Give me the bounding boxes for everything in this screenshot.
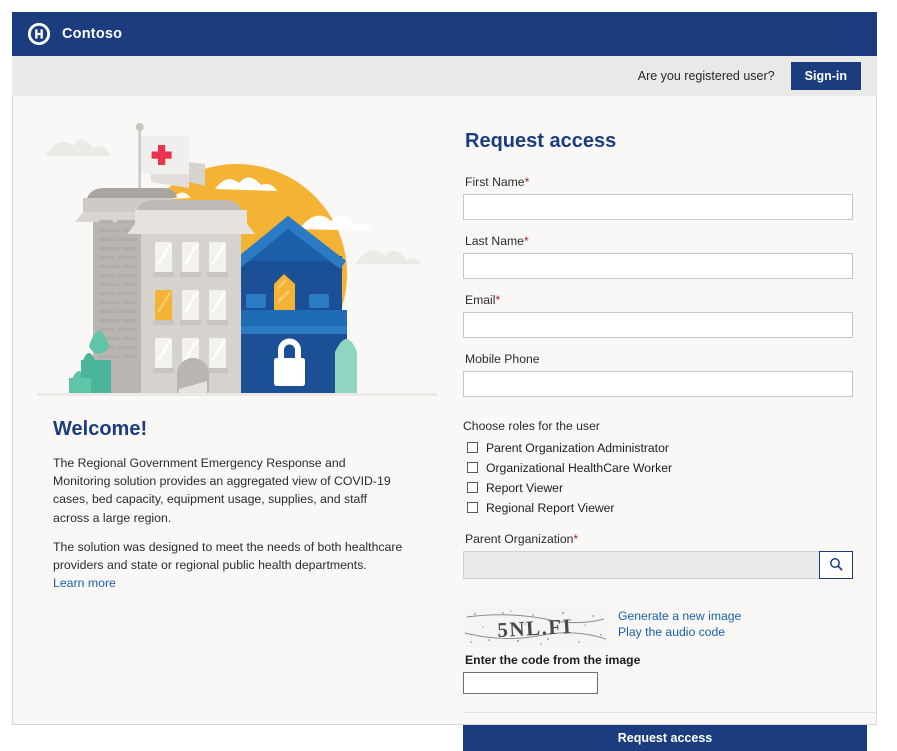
role-option-parent-org-admin[interactable]: Parent Organization Administrator <box>463 439 875 456</box>
content-panel: Welcome! The Regional Government Emergen… <box>12 96 877 751</box>
field-email: Email* <box>463 293 875 338</box>
brand-name: Contoso <box>62 26 123 42</box>
form-divider <box>463 712 875 713</box>
field-last-name: Last Name* <box>463 234 875 279</box>
app-page: Contoso Are you registered user? Sign-in <box>12 12 877 751</box>
required-marker: * <box>524 175 530 189</box>
captcha-links: Generate a new image Play the audio code <box>618 607 741 641</box>
captcha-input-label: Enter the code from the image <box>465 653 641 667</box>
role-option-regional-report-viewer[interactable]: Regional Report Viewer <box>463 499 875 516</box>
welcome-paragraph-1: The Regional Government Emergency Respon… <box>53 456 391 525</box>
captcha-image: 5NL.FI <box>463 607 608 647</box>
top-navbar: Contoso <box>12 12 877 56</box>
role-option-report-viewer[interactable]: Report Viewer <box>463 479 875 496</box>
captcha-row: 5NL.FI Generate a new image Play the aud… <box>463 607 875 647</box>
role-checkbox-healthcare-worker[interactable] <box>467 462 478 473</box>
first-name-input[interactable] <box>463 194 853 220</box>
field-parent-organization: Parent Organization* <box>463 532 875 579</box>
role-checkbox-report-viewer[interactable] <box>467 482 478 493</box>
left-column: Welcome! The Regional Government Emergen… <box>13 96 445 724</box>
roles-title: Choose roles for the user <box>463 419 600 433</box>
role-checkbox-parent-org-admin[interactable] <box>467 442 478 453</box>
email-input[interactable] <box>463 312 853 338</box>
required-marker: * <box>495 293 501 307</box>
captcha-code-text: 5NL.FI <box>497 614 573 642</box>
parent-organization-lookup <box>463 551 853 579</box>
field-first-name: First Name* <box>463 175 875 220</box>
hospital-h-circle-icon <box>28 23 50 45</box>
captcha-block: 5NL.FI Generate a new image Play the aud… <box>463 607 875 694</box>
role-label-parent-org-admin: Parent Organization Administrator <box>486 440 669 455</box>
generate-new-image-link[interactable]: Generate a new image <box>618 609 741 625</box>
parent-organization-search-button[interactable] <box>819 551 853 579</box>
sign-in-button[interactable]: Sign-in <box>790 62 861 90</box>
signin-bar: Are you registered user? Sign-in <box>12 56 877 96</box>
parent-organization-label: Parent Organization* <box>465 532 875 546</box>
parent-organization-input[interactable] <box>463 551 819 579</box>
last-name-label-text: Last Name <box>465 234 524 248</box>
registered-user-question: Are you registered user? <box>637 69 775 83</box>
request-access-form: Request access First Name* Last Name* Em… <box>445 96 897 751</box>
parent-organization-label-text: Parent Organization <box>465 532 574 546</box>
welcome-paragraph-2: The solution was designed to meet the ne… <box>53 539 403 572</box>
mobile-phone-input[interactable] <box>463 371 853 397</box>
role-label-regional-report-viewer: Regional Report Viewer <box>486 500 615 515</box>
required-marker: * <box>573 532 579 546</box>
play-audio-code-link[interactable]: Play the audio code <box>618 625 741 641</box>
role-option-healthcare-worker[interactable]: Organizational HealthCare Worker <box>463 459 875 476</box>
learn-more-link[interactable]: Learn more <box>53 576 116 590</box>
email-label: Email* <box>465 293 875 307</box>
role-label-healthcare-worker: Organizational HealthCare Worker <box>486 460 673 475</box>
mobile-phone-label: Mobile Phone <box>465 352 540 366</box>
captcha-input[interactable] <box>463 672 598 694</box>
last-name-input[interactable] <box>463 253 853 279</box>
magnifier-icon <box>829 557 843 574</box>
role-label-report-viewer: Report Viewer <box>486 480 563 495</box>
request-access-submit-button[interactable]: Request access <box>463 725 867 751</box>
first-name-label-text: First Name <box>465 175 525 189</box>
hospital-government-building-illustration <box>37 114 437 404</box>
required-marker: * <box>523 234 529 248</box>
welcome-block: Welcome! The Regional Government Emergen… <box>53 418 403 592</box>
email-label-text: Email <box>465 293 496 307</box>
page-title: Request access <box>465 130 617 152</box>
role-checkbox-regional-report-viewer[interactable] <box>467 502 478 513</box>
welcome-title: Welcome! <box>53 418 148 440</box>
last-name-label: Last Name* <box>465 234 875 248</box>
field-mobile-phone: Mobile Phone <box>463 352 875 397</box>
first-name-label: First Name* <box>465 175 875 189</box>
